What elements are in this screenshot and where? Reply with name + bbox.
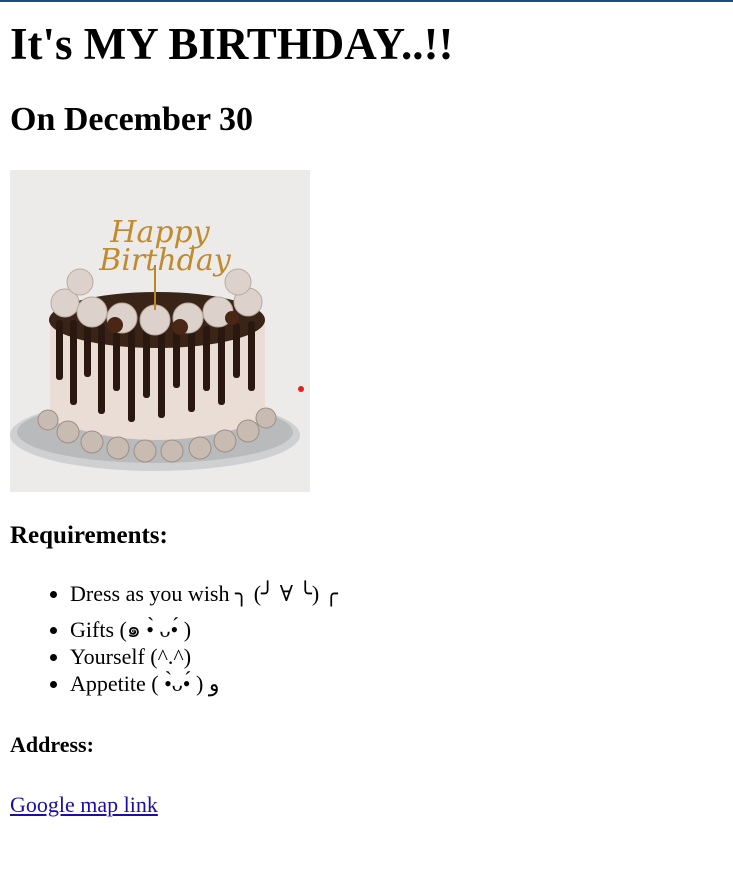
requirement-item-appetite: Appetite ( •̀ᴗ•́ ) و (70, 670, 723, 697)
google-map-link[interactable]: Google map link (10, 791, 158, 819)
date-heading: On December 30 (10, 101, 253, 138)
requirement-item-dress: Dress as you wish ╮ (╯ ∀ ╰) ╭ (70, 580, 723, 607)
requirement-item-gifts: Gifts (๑ •̀ ᴗ•́ ) (70, 616, 723, 643)
page-title: It's MY BIRTHDAY..!! (10, 19, 454, 69)
birthday-cake-image: Happy Birthday (10, 170, 310, 492)
red-dot-marker (298, 386, 304, 392)
cake-illustration: Happy Birthday (10, 170, 310, 492)
page-content: It's MY BIRTHDAY..!! On December 30 Happ… (0, 18, 733, 819)
topper-text-birthday: Birthday (98, 243, 231, 278)
requirements-heading: Requirements: (10, 522, 168, 549)
address-heading: Address: (10, 732, 94, 757)
requirement-item-yourself: Yourself (^.^) (70, 643, 723, 670)
requirements-list: Dress as you wish ╮ (╯ ∀ ╰) ╭ Gifts (๑ •… (10, 580, 723, 697)
